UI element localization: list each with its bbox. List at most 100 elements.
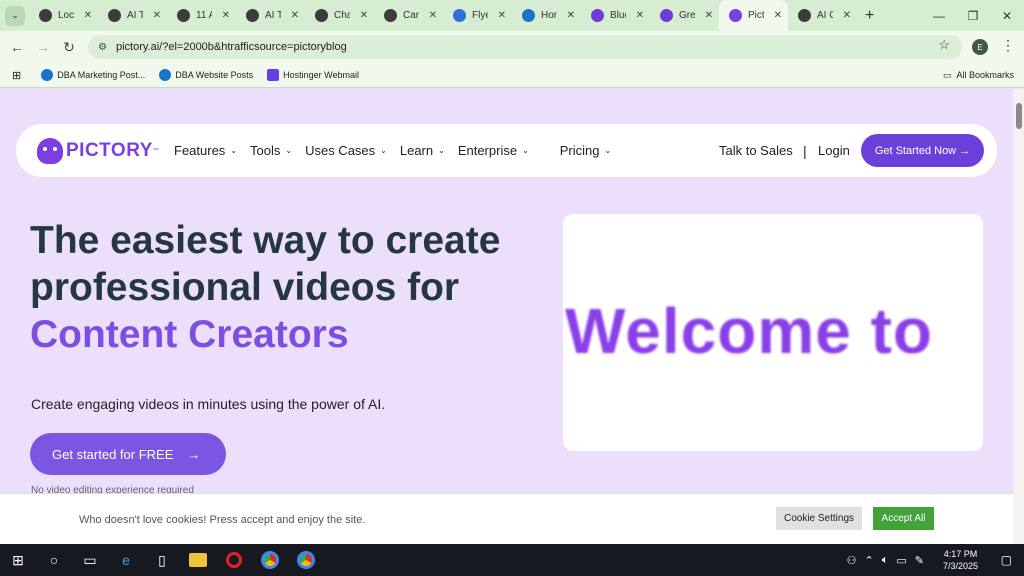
- bookmark-dba-marketing[interactable]: DBA Marketing Post...: [41, 69, 145, 81]
- login-link[interactable]: Login: [818, 143, 850, 158]
- search-circle-icon[interactable]: ○: [36, 544, 72, 576]
- get-started-free-button[interactable]: Get started for FREE →: [30, 433, 226, 475]
- pen-icon[interactable]: ✎: [915, 554, 924, 567]
- browser-tab[interactable]: AI To✕: [236, 0, 305, 31]
- menu-kebab-icon[interactable]: ⋮: [1001, 37, 1015, 54]
- task-view-icon[interactable]: ▭: [72, 544, 108, 576]
- network-icon[interactable]: ▭: [896, 554, 906, 567]
- nav-item-features[interactable]: Features ⌄: [174, 143, 237, 158]
- main-nav: Features ⌄ Tools ⌄ Uses Cases ⌄ Learn ⌄ Enterpri…: [174, 143, 624, 158]
- windows-start-icon[interactable]: ⊞: [0, 544, 36, 576]
- tab-strip: ⌄ Loca✕AI To✕11 A✕AI To✕Cha✕Can✕Flye✕Hon…: [0, 0, 1024, 31]
- hero-title: The easiest way to create professional v…: [30, 219, 501, 356]
- bookmark-hostinger[interactable]: Hostinger Webmail: [267, 69, 359, 81]
- cookie-settings-button[interactable]: Cookie Settings: [776, 507, 862, 530]
- browser-tab[interactable]: AI C ✕: [788, 0, 857, 31]
- scrollbar-thumb[interactable]: [1016, 103, 1022, 129]
- cookie-banner: Who doesn't love cookies! Press accept a…: [0, 493, 1013, 544]
- nav-item-pricing[interactable]: Pricing ⌄: [560, 143, 611, 158]
- url-field[interactable]: ⚙ pictory.ai/?el=2000b&htrafficsource=pi…: [88, 35, 962, 59]
- apps-grid-icon[interactable]: ⊞: [12, 69, 21, 82]
- tab-close-icon[interactable]: ✕: [843, 10, 851, 21]
- chevron-down-icon: ⌄: [438, 146, 445, 155]
- tab-favicon-icon: [384, 9, 397, 22]
- tab-close-icon[interactable]: ✕: [84, 10, 92, 21]
- tab-close-icon[interactable]: ✕: [636, 10, 644, 21]
- tab-close-icon[interactable]: ✕: [705, 10, 713, 21]
- hostinger-icon: [267, 69, 280, 81]
- site-header: PICTORY ™ Features ⌄ Tools ⌄ Uses Cases ⌄ Lear…: [16, 124, 997, 177]
- hero-subtitle: Create engaging videos in minutes using …: [31, 396, 386, 412]
- tab-favicon-icon: [729, 9, 742, 22]
- bookmark-favicon-icon: [41, 69, 54, 81]
- chevron-down-icon: ⌄: [522, 146, 529, 155]
- browser-tab[interactable]: Blue✕: [581, 0, 650, 31]
- pictory-logo[interactable]: PICTORY ™: [37, 137, 171, 164]
- file-icon[interactable]: ▯: [144, 544, 180, 576]
- notifications-icon[interactable]: ▢: [1001, 553, 1012, 567]
- tab-close-icon[interactable]: ✕: [774, 10, 782, 21]
- browser-tab[interactable]: Hon ✕: [512, 0, 581, 31]
- tab-close-icon[interactable]: ✕: [360, 10, 368, 21]
- reload-icon[interactable]: ↻: [56, 39, 82, 56]
- browser-tab[interactable]: Cha ✕: [305, 0, 374, 31]
- browser-tab[interactable]: Flye✕: [443, 0, 512, 31]
- tab-favicon-icon: [660, 9, 673, 22]
- tab-close-icon[interactable]: ✕: [291, 10, 299, 21]
- forward-icon[interactable]: →: [30, 39, 56, 55]
- edge-icon[interactable]: e: [108, 544, 144, 576]
- bookmark-star-icon[interactable]: ☆: [938, 37, 950, 53]
- accept-all-button[interactable]: Accept All: [873, 507, 934, 530]
- cookie-message: Who doesn't love cookies! Press accept a…: [79, 514, 366, 526]
- arrow-right-icon: →: [187, 446, 201, 462]
- windows-taskbar: ⊞ ○ ▭ e ▯ ⚇ ⌃ 🔈︎ ▭ ✎ 4:17 PM 7/3/2025 ▢: [0, 544, 1024, 576]
- browser-tab[interactable]: AI To✕: [98, 0, 167, 31]
- video-welcome-text: Welcome to: [565, 295, 933, 367]
- hero-video[interactable]: Welcome to: [563, 214, 983, 451]
- tab-favicon-icon: [108, 9, 121, 22]
- chrome-profile-icon[interactable]: [288, 544, 324, 576]
- chrome-icon[interactable]: [252, 544, 288, 576]
- site-info-icon[interactable]: ⚙: [98, 42, 107, 53]
- system-tray: ⚇ ⌃ 🔈︎ ▭ ✎: [839, 554, 924, 567]
- restore-icon[interactable]: ❐: [956, 0, 990, 31]
- tab-close-icon[interactable]: ✕: [222, 10, 230, 21]
- tab-close-icon[interactable]: ✕: [153, 10, 161, 21]
- browser-tab[interactable]: Can ✕: [374, 0, 443, 31]
- browser-tab[interactable]: Loca✕: [29, 0, 98, 31]
- bookmark-dba-website[interactable]: DBA Website Posts: [159, 69, 253, 81]
- chevron-down-icon: ⌄: [604, 146, 612, 155]
- back-icon[interactable]: ←: [4, 39, 30, 55]
- clock[interactable]: 4:17 PM 7/3/2025: [943, 548, 978, 572]
- talk-to-sales-link[interactable]: Talk to Sales: [719, 143, 793, 158]
- browser-tab[interactable]: Gre ✕: [650, 0, 719, 31]
- browser-tab[interactable]: 11 A ✕: [167, 0, 236, 31]
- nav-item-tools[interactable]: Tools ⌄: [250, 143, 292, 158]
- tab-close-icon[interactable]: ✕: [567, 10, 575, 21]
- page-scrollbar[interactable]: [1013, 89, 1024, 544]
- chevron-down-icon: ⌄: [230, 146, 238, 155]
- nav-item-uses-cases[interactable]: Uses Cases ⌄: [305, 143, 387, 158]
- file-explorer-icon[interactable]: [180, 544, 216, 576]
- tab-favicon-icon: [39, 9, 52, 22]
- tab-close-icon[interactable]: ✕: [498, 10, 506, 21]
- get-started-now-button[interactable]: Get Started Now →: [861, 134, 984, 167]
- minimize-icon[interactable]: —: [922, 0, 956, 31]
- profile-avatar[interactable]: E: [972, 39, 988, 55]
- octopus-logo-icon: [37, 137, 63, 164]
- new-tab-button[interactable]: +: [865, 7, 874, 25]
- nav-divider: |: [803, 142, 807, 159]
- opera-icon[interactable]: [216, 544, 252, 576]
- tab-search-button[interactable]: ⌄: [5, 5, 25, 26]
- tab-favicon-icon: [591, 9, 604, 22]
- nav-item-enterprise[interactable]: Enterprise ⌄: [458, 143, 529, 158]
- chevron-up-icon[interactable]: ⌃: [865, 554, 874, 567]
- tab-close-icon[interactable]: ✕: [429, 10, 437, 21]
- volume-icon[interactable]: 🔈︎: [882, 554, 889, 567]
- browser-tab[interactable]: Pict ✕: [719, 0, 788, 31]
- close-window-icon[interactable]: ✕: [990, 0, 1024, 31]
- tab-favicon-icon: [246, 9, 259, 22]
- nav-item-learn[interactable]: Learn ⌄: [400, 143, 445, 158]
- people-icon[interactable]: ⚇: [847, 554, 857, 567]
- all-bookmarks[interactable]: ▭ All Bookmarks: [943, 70, 1014, 81]
